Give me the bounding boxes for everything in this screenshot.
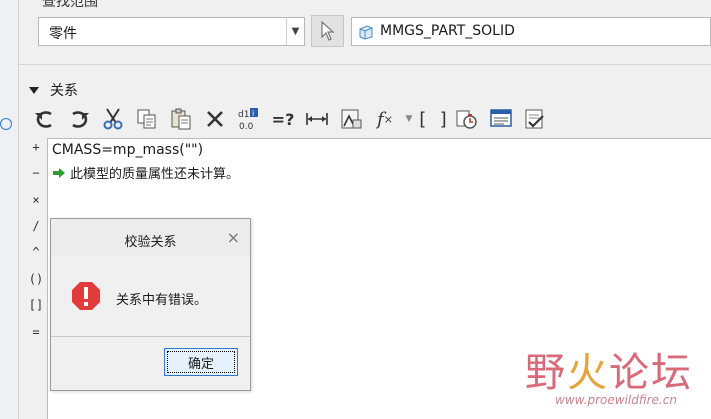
cut-icon[interactable] xyxy=(96,105,130,133)
close-icon[interactable]: × xyxy=(227,228,240,247)
cursor-arrow-icon xyxy=(320,21,335,41)
relation-comment: 此模型的质量属性还未计算。 xyxy=(52,163,239,182)
selected-item-text: MMGS_PART_SOLID xyxy=(380,23,515,39)
delete-icon[interactable] xyxy=(198,105,232,133)
undo-icon[interactable] xyxy=(28,105,62,133)
error-icon xyxy=(72,282,100,310)
operator-brackets[interactable]: [] xyxy=(25,298,47,312)
relation-line: CMASS=mp_mass("") xyxy=(52,142,204,158)
sort-relations-icon[interactable] xyxy=(334,105,368,133)
cube-icon xyxy=(359,25,373,40)
dialog-message: 关系中有错误。 xyxy=(116,293,208,308)
dialog-titlebar: 校验关系 × xyxy=(51,219,250,256)
section-divider xyxy=(18,64,711,65)
operator-multiply[interactable]: × xyxy=(25,193,47,207)
selected-item-field[interactable]: MMGS_PART_SOLID xyxy=(351,17,711,46)
function-icon[interactable]: f × xyxy=(368,105,402,133)
dialog-divider xyxy=(51,336,250,337)
operator-equals[interactable]: = xyxy=(25,325,47,339)
search-scope-label: 查找范围 xyxy=(42,0,98,10)
operator-minus[interactable]: − xyxy=(25,166,47,180)
operator-sidebar: + − × / ^ () [] = xyxy=(25,138,47,419)
watermark-url: www.proewildfire.cn xyxy=(555,393,677,407)
show-dimension-icon[interactable] xyxy=(300,105,334,133)
evaluate-decimal-icon[interactable]: d1 i 0.0 xyxy=(232,105,266,133)
operator-plus[interactable]: + xyxy=(25,140,47,154)
copy-icon[interactable] xyxy=(130,105,164,133)
relations-section-header[interactable]: 关系 xyxy=(28,80,78,100)
timer-icon[interactable] xyxy=(450,105,484,133)
dialog-title: 校验关系 xyxy=(124,235,177,250)
left-edge-panel xyxy=(0,0,19,419)
svg-text:i: i xyxy=(252,109,254,118)
operator-power[interactable]: ^ xyxy=(25,245,47,259)
filter-value: 零件 xyxy=(49,26,77,42)
operator-divide[interactable]: / xyxy=(25,219,47,233)
filter-dropdown[interactable]: 零件 ▼ xyxy=(38,17,305,46)
verify-relations-icon[interactable] xyxy=(518,105,552,133)
local-parameters-icon[interactable] xyxy=(484,105,518,133)
relation-comment-text: 此模型的质量属性还未计算。 xyxy=(70,167,240,182)
function-dropdown-icon[interactable]: ▼ xyxy=(402,105,416,133)
collapse-triangle-icon xyxy=(29,86,39,94)
svg-text:d1: d1 xyxy=(238,110,249,120)
evaluate-expression-icon[interactable]: =? xyxy=(266,105,300,133)
ok-button[interactable]: 确定 xyxy=(164,348,238,376)
relations-toolbar: d1 i 0.0 =? f × ▼ [ ] xyxy=(28,104,552,134)
verify-relations-dialog: 校验关系 × 关系中有错误。 确定 xyxy=(50,218,251,391)
brackets-icon[interactable]: [ ] xyxy=(416,105,450,133)
watermark-logo: 野火论坛 xyxy=(525,350,693,396)
left-strip-radio-icon[interactable] xyxy=(0,118,12,130)
paste-icon[interactable] xyxy=(164,105,198,133)
watermark: 野火论坛 www.proewildfire.cn xyxy=(525,340,711,419)
operator-parentheses[interactable]: () xyxy=(25,272,47,286)
relations-title: 关系 xyxy=(50,83,78,99)
select-button[interactable] xyxy=(311,15,344,47)
redo-icon[interactable] xyxy=(62,105,96,133)
chevron-down-icon[interactable]: ▼ xyxy=(286,18,304,45)
arrow-right-icon xyxy=(53,167,65,178)
svg-text:0.0: 0.0 xyxy=(239,122,254,131)
